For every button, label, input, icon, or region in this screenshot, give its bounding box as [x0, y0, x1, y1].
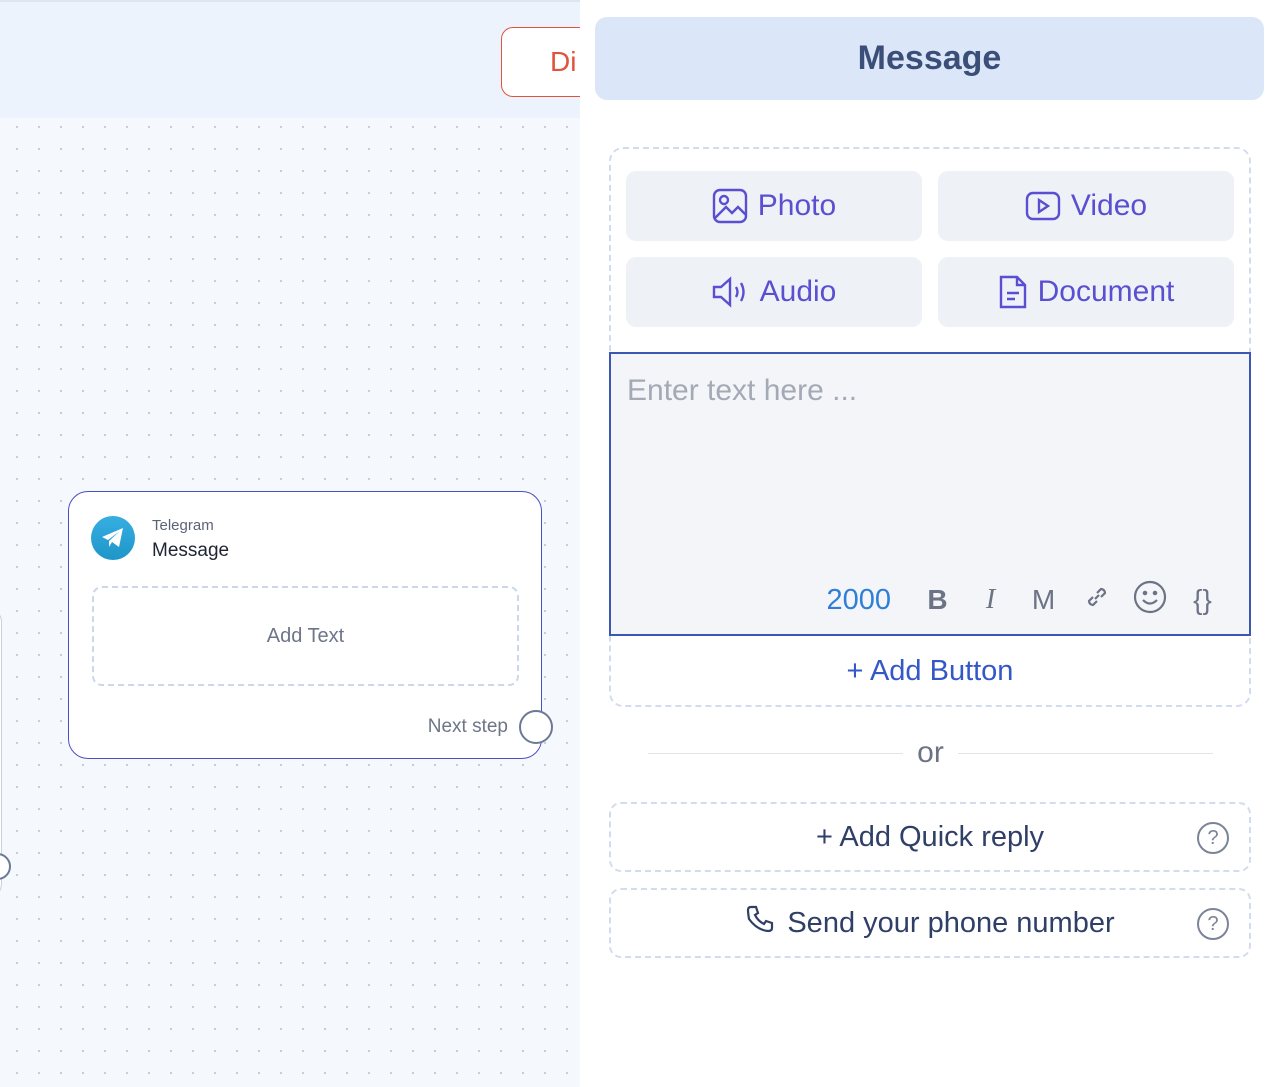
next-step-label: Next step — [427, 716, 508, 737]
add-text-button[interactable]: Add Text — [92, 586, 519, 686]
document-label: Document — [1037, 275, 1175, 308]
add-photo-button[interactable]: Photo — [626, 171, 922, 241]
formatting-toolbar: 2000 B I M {} — [826, 580, 1229, 620]
panel-title: Message — [595, 17, 1264, 100]
or-divider: or — [648, 730, 1213, 776]
message-editor-panel: Message Photo Video Audio Document Enter… — [580, 0, 1280, 1087]
add-button[interactable]: + Add Button — [609, 636, 1251, 706]
add-video-button[interactable]: Video — [938, 171, 1234, 241]
phone-number-help-icon[interactable]: ? — [1197, 908, 1229, 940]
video-label: Video — [1070, 189, 1148, 222]
telegram-message-node[interactable]: Telegram Message Add Text Next step — [68, 491, 553, 759]
node-channel-label: Telegram — [152, 517, 214, 534]
quick-reply-help-icon[interactable]: ? — [1197, 822, 1229, 854]
send-phone-number-button[interactable]: Send your phone number ? — [609, 888, 1251, 958]
markdown-button[interactable]: M — [1017, 580, 1070, 620]
or-label: or — [917, 736, 944, 769]
photo-label: Photo — [757, 189, 837, 222]
node-output-port[interactable] — [0, 853, 11, 880]
phone-number-label: Send your phone number — [787, 906, 1115, 939]
flow-canvas[interactable]: Di Telegram Message Add Text Next step — [0, 0, 580, 1087]
image-icon — [712, 188, 748, 224]
canvas-topbar: Di — [0, 0, 580, 118]
link-button[interactable] — [1070, 580, 1123, 620]
speaker-icon — [712, 276, 750, 308]
divider-line — [957, 752, 1213, 754]
audio-label: Audio — [759, 275, 837, 308]
next-step-port[interactable] — [519, 710, 553, 744]
phone-icon — [745, 904, 775, 942]
video-icon — [1025, 191, 1061, 221]
message-text-input[interactable]: Enter text here ... 2000 B I M {} — [609, 352, 1251, 636]
add-quick-reply-button[interactable]: + Add Quick reply ? — [609, 802, 1251, 872]
text-placeholder: Enter text here ... — [627, 374, 858, 407]
node-title: Message — [152, 540, 230, 561]
discard-button[interactable]: Di — [501, 27, 580, 97]
character-counter: 2000 — [826, 583, 891, 616]
bold-button[interactable]: B — [911, 580, 964, 620]
add-audio-button[interactable]: Audio — [626, 257, 922, 327]
emoji-button[interactable] — [1123, 580, 1176, 620]
variables-button[interactable]: {} — [1176, 580, 1229, 620]
document-icon — [998, 274, 1028, 310]
quick-reply-label: + Add Quick reply — [815, 820, 1045, 853]
telegram-icon — [91, 516, 135, 560]
emoji-icon — [1133, 580, 1167, 621]
link-icon — [1082, 582, 1112, 619]
divider-line — [648, 752, 904, 754]
add-document-button[interactable]: Document — [938, 257, 1234, 327]
italic-button[interactable]: I — [964, 580, 1017, 620]
